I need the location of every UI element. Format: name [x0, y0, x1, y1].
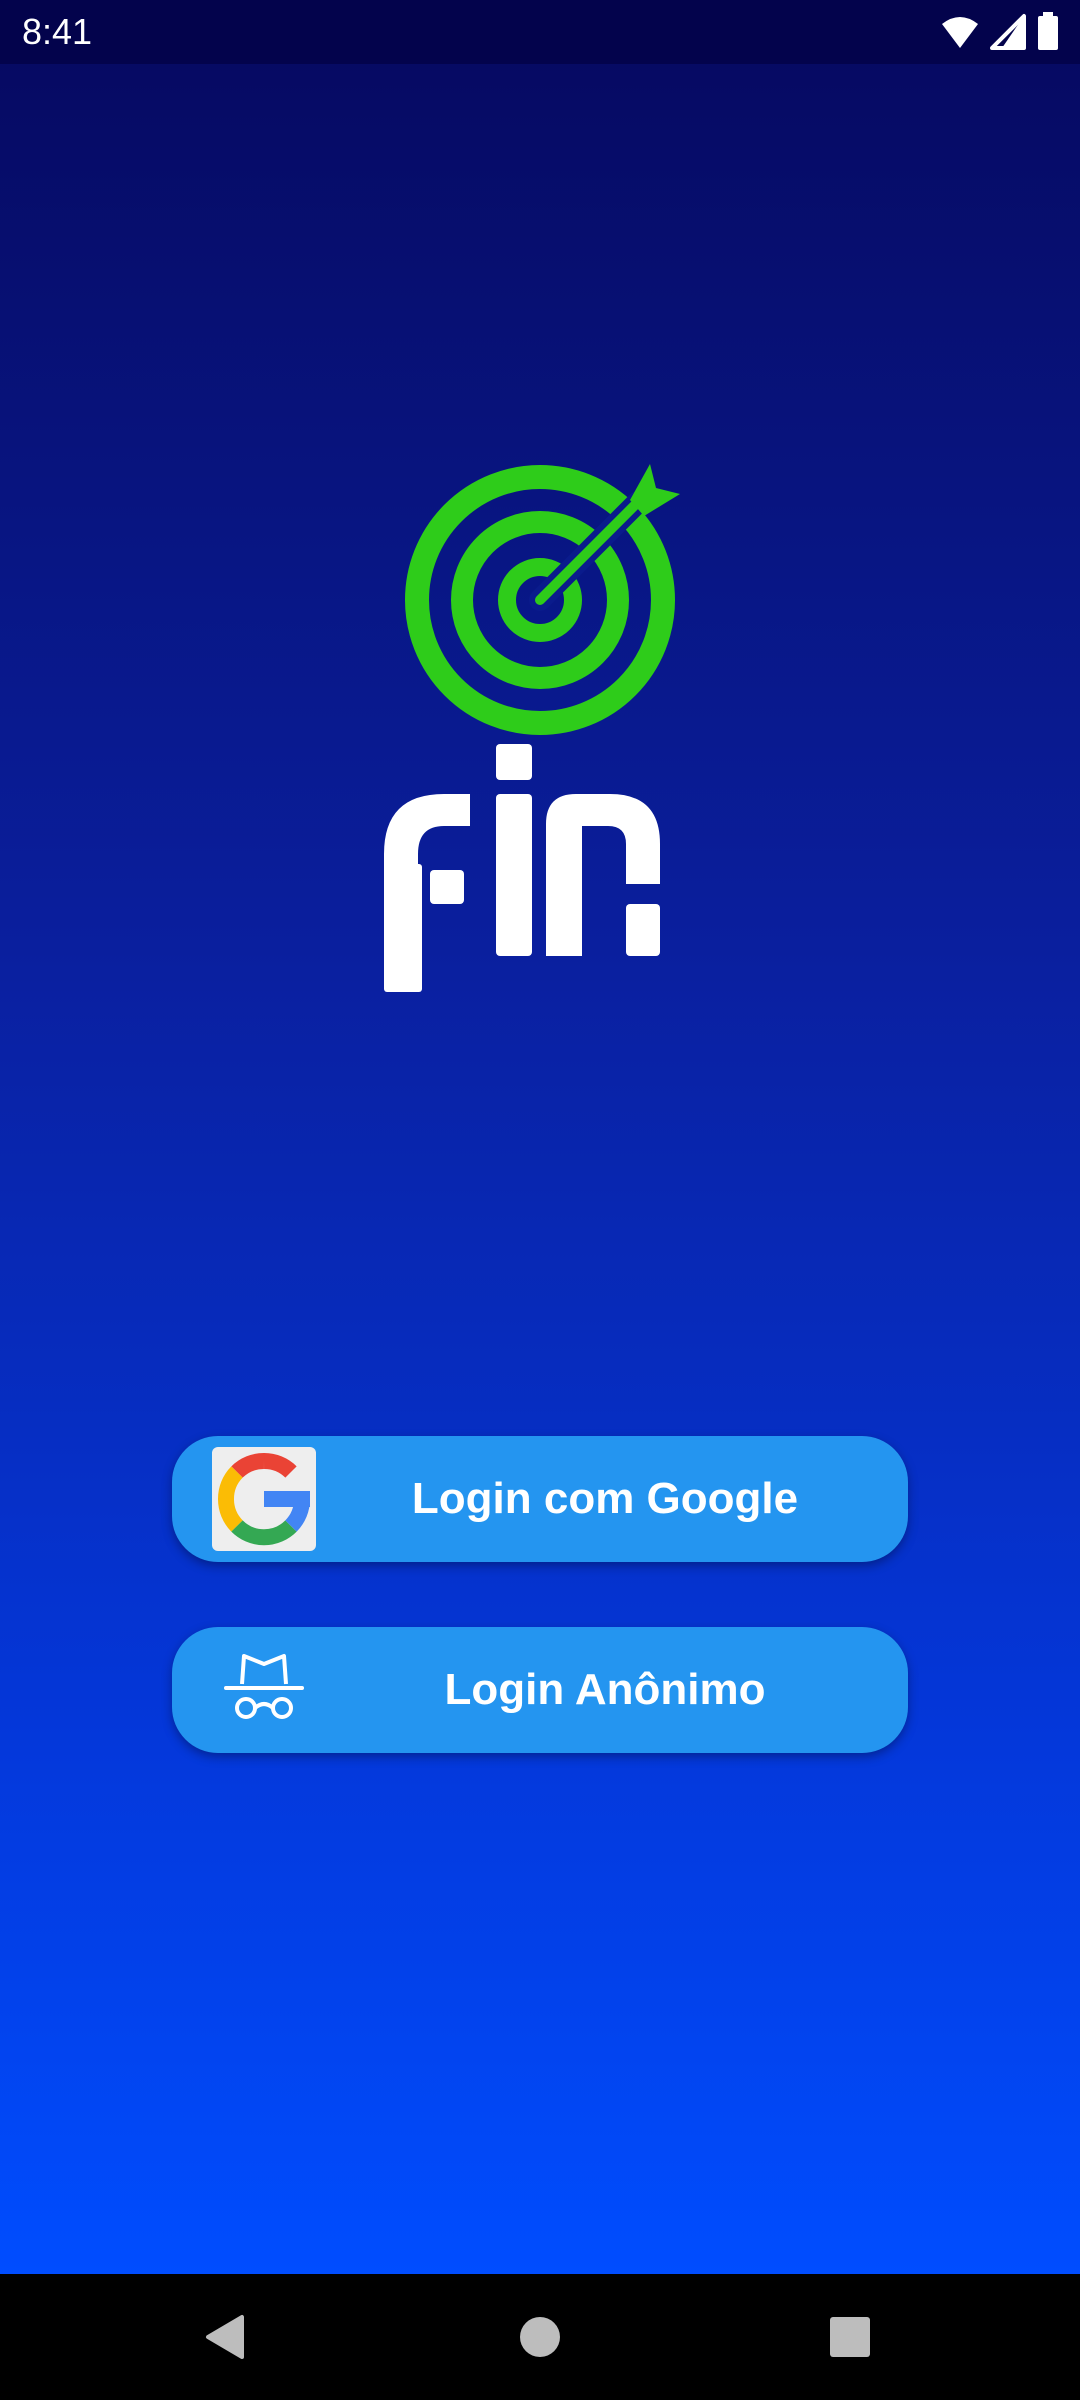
- login-screen: 8:41 Login com Google Login Anônimo: [0, 0, 1080, 2400]
- battery-icon: [1036, 12, 1060, 52]
- status-time: 8:41: [22, 11, 93, 52]
- fin-wordmark: [384, 744, 660, 992]
- back-icon[interactable]: [196, 2307, 256, 2367]
- navigation-bar: [0, 2274, 1080, 2400]
- login-anonymous-label: Login Anônimo: [444, 1665, 766, 1714]
- status-icons: [940, 12, 1060, 52]
- login-google-button[interactable]: Login com Google: [172, 1436, 908, 1562]
- home-icon[interactable]: [510, 2307, 570, 2367]
- app-body: Login com Google Login Anônimo: [0, 64, 1080, 2274]
- login-anonymous-button[interactable]: Login Anônimo: [172, 1627, 908, 1753]
- google-icon: [212, 1447, 316, 1551]
- cell-signal-icon: [990, 12, 1026, 52]
- incognito-icon: [212, 1638, 316, 1742]
- app-logo: [360, 394, 720, 1014]
- recents-icon[interactable]: [820, 2307, 880, 2367]
- login-google-label: Login com Google: [411, 1474, 799, 1523]
- status-bar: 8:41: [0, 0, 1080, 64]
- wifi-icon: [940, 12, 980, 52]
- target-arrow-icon: [405, 464, 680, 735]
